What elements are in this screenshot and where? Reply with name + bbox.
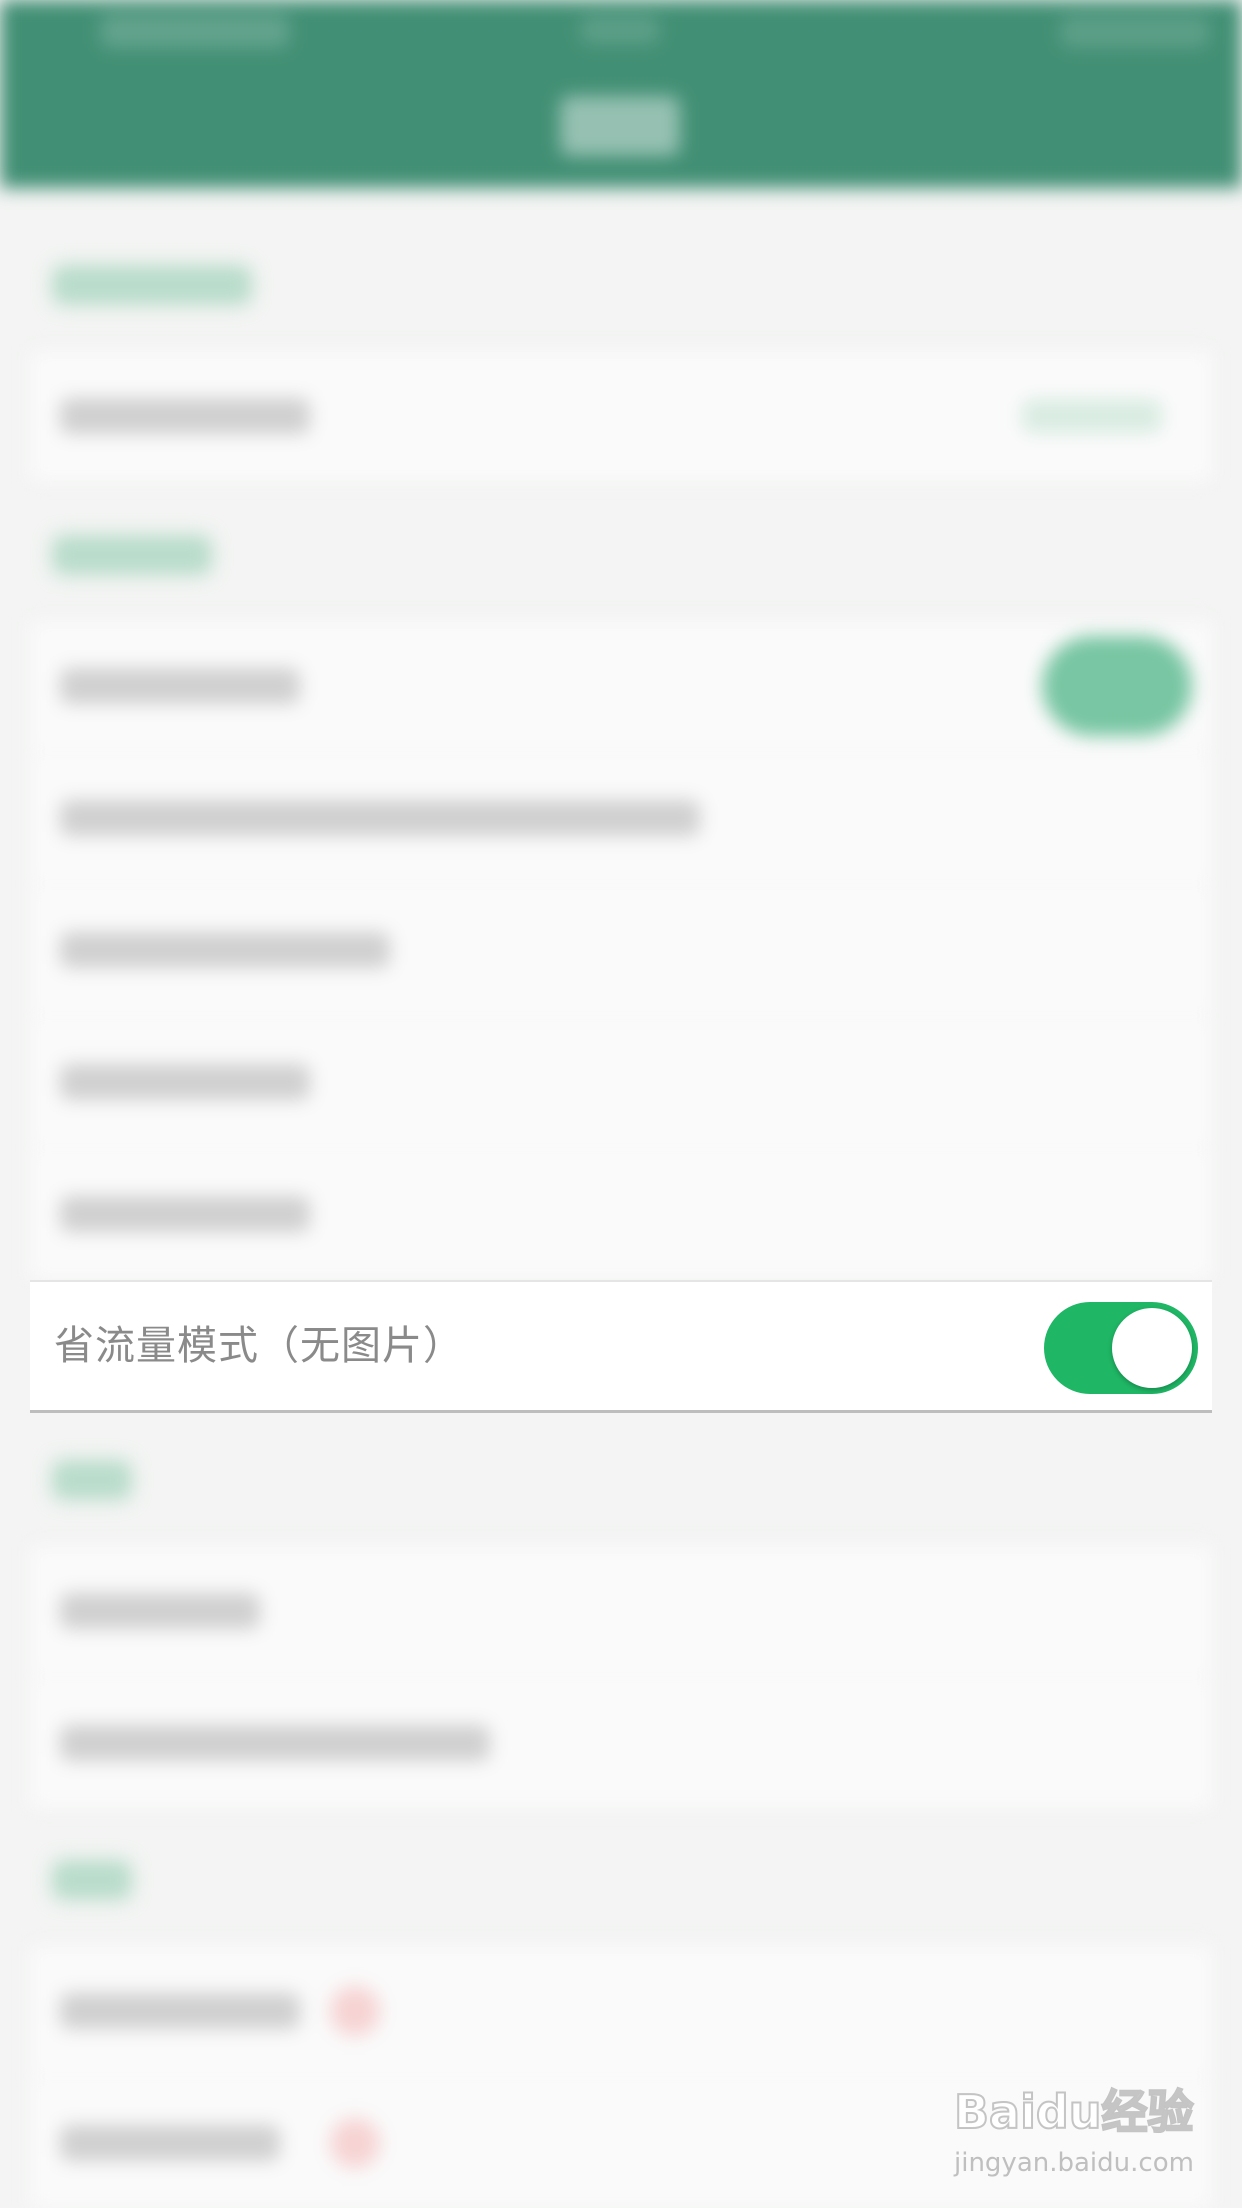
settings-row — [30, 1545, 1212, 1676]
settings-row — [30, 620, 1212, 751]
blurred-background — [0, 0, 1242, 2208]
baidu-watermark: Baidu经验 jingyan.baidu.com — [950, 2070, 1230, 2190]
data-saver-label: 省流量模式（无图片） — [54, 1323, 464, 1369]
settings-row — [30, 1148, 1212, 1279]
section-label-placeholder — [52, 1460, 132, 1500]
settings-row — [30, 752, 1212, 883]
toggle-knob — [1112, 1308, 1192, 1388]
header-back-placeholder — [100, 14, 290, 48]
watermark-url: jingyan.baidu.com — [954, 2148, 1194, 2178]
settings-row — [30, 350, 1212, 481]
header-status-placeholder — [580, 16, 660, 44]
nav-header — [0, 0, 1242, 188]
section-label-placeholder — [52, 265, 252, 305]
header-status-right-placeholder — [1060, 16, 1210, 48]
settings-row — [30, 1677, 1212, 1808]
settings-row — [30, 1016, 1212, 1147]
watermark-logo: Baidu经验 — [953, 2084, 1195, 2140]
section-label-placeholder — [52, 535, 212, 575]
section-label-placeholder — [52, 1860, 132, 1900]
data-saver-setting-row[interactable]: 省流量模式（无图片） — [30, 1280, 1212, 1413]
settings-row — [30, 1945, 1212, 2076]
data-saver-toggle[interactable] — [1044, 1302, 1198, 1394]
settings-row — [30, 884, 1212, 1015]
header-title-placeholder — [560, 96, 680, 156]
